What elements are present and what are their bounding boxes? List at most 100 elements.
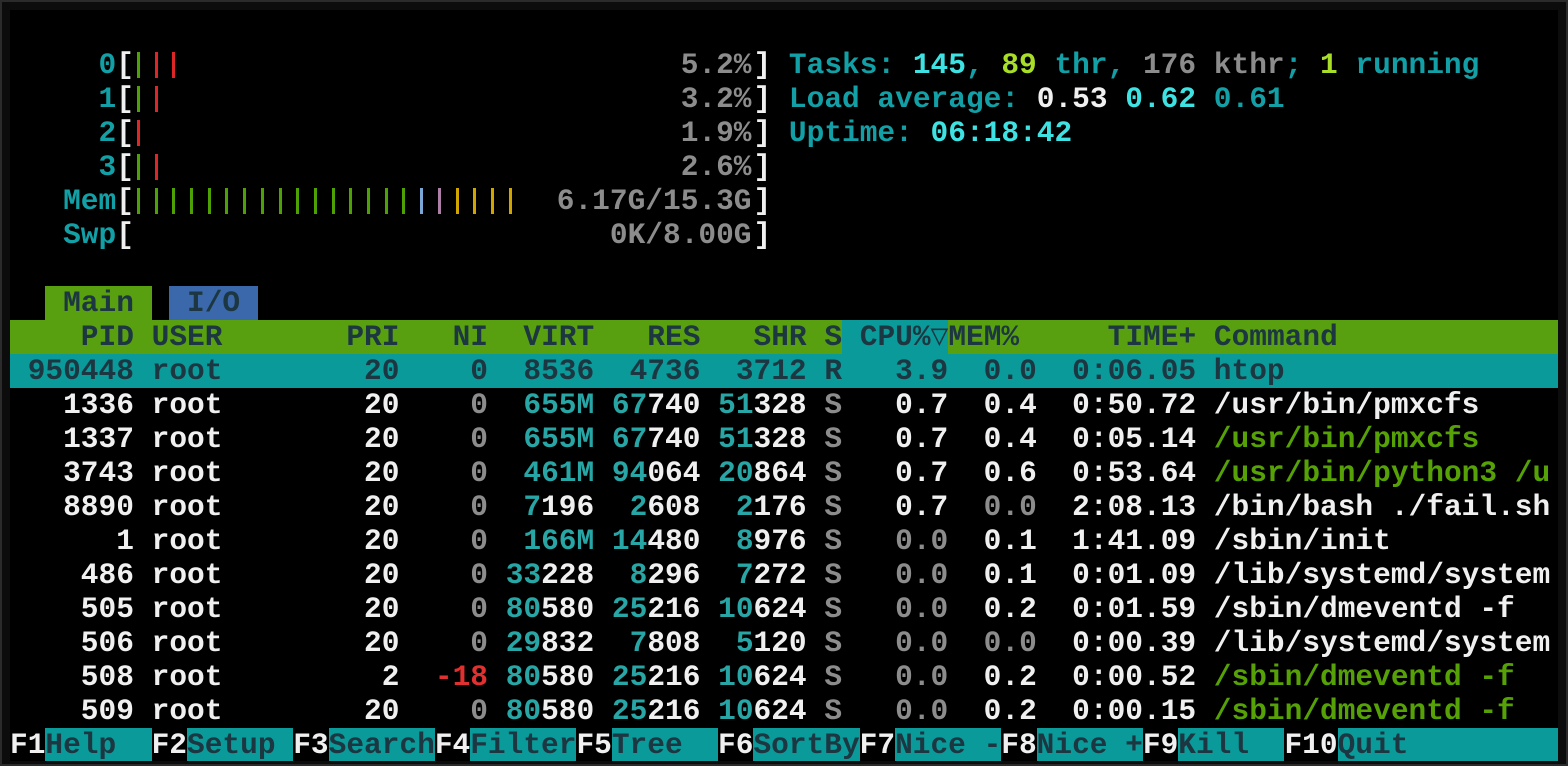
cell-mem: 0.4 — [948, 422, 1037, 456]
cell-shr: 7 — [736, 558, 754, 592]
cell-command: /usr/bin/pmxcfs — [1196, 422, 1479, 456]
cpu-3-tick-green — [137, 154, 140, 180]
cell-state: S — [807, 388, 842, 422]
cell-pri: 2 — [329, 660, 400, 694]
cpu-3-tick-red — [155, 154, 158, 180]
fnkey-f2-button[interactable]: F2Setup — [152, 728, 294, 761]
table-header-row[interactable]: PID USER PRI NI VIRT RES SHR S CPU%▽MEM%… — [10, 320, 1558, 354]
fn-action-label: Help — [45, 728, 151, 761]
cell-res-pad — [594, 388, 612, 422]
fnkey-f7-button[interactable]: F7Nice - — [860, 728, 1002, 761]
tab-main[interactable]: Main — [45, 286, 151, 320]
process-row-1[interactable]: 1 root 20 0 166M 14480 8976 S 0.0 0.1 1:… — [10, 524, 1558, 558]
cell-pri: 20 — [329, 388, 400, 422]
cell-pri: 20 — [329, 354, 400, 388]
process-row-8890[interactable]: 8890 root 20 0 7196 2608 2176 S 0.7 0.0 … — [10, 490, 1558, 524]
cell-res: 7 — [630, 626, 648, 660]
fn-key-label: F7 — [860, 728, 895, 761]
uptime: Uptime: 06:18:42 — [789, 116, 1479, 150]
cell-pid: 1336 — [10, 388, 134, 422]
col-header-pid[interactable]: PID — [10, 320, 134, 354]
fnkey-f8-button[interactable]: F8Nice + — [1001, 728, 1143, 761]
meter-open-bracket: [ — [116, 184, 134, 218]
meter-open-bracket: [ — [116, 48, 134, 82]
fnkey-f9-button[interactable]: F9Kill — [1143, 728, 1285, 761]
cell-res: 94 — [612, 456, 647, 490]
col-header-shr[interactable]: SHR — [700, 320, 806, 354]
process-row-1337[interactable]: 1337 root 20 0 655M 67740 51328 S 0.7 0.… — [10, 422, 1558, 456]
cell-cpu: 0.0 — [842, 660, 948, 694]
cell-ni: -18 — [399, 660, 488, 694]
cell-cpu: 0.7 — [842, 456, 948, 490]
fn-action-label: Nice - — [895, 728, 1001, 761]
cell-ni: 0 — [399, 694, 488, 728]
cell-virt-pad — [488, 354, 523, 388]
col-header-res[interactable]: RES — [594, 320, 700, 354]
fn-key-label: F2 — [152, 728, 187, 761]
fn-action-label: Tree — [612, 728, 718, 761]
meter-close-bracket: ] — [754, 48, 772, 82]
col-header-command[interactable]: Command — [1196, 320, 1338, 354]
cell-user: root — [152, 558, 329, 592]
cell-virt-pad — [488, 490, 523, 524]
process-row-506[interactable]: 506 root 20 0 29832 7808 5120 S 0.0 0.0 … — [10, 626, 1558, 660]
fnkey-f6-button[interactable]: F6SortBy — [718, 728, 860, 761]
cell-shr-pad — [700, 524, 735, 558]
cell-mem: 0.2 — [948, 660, 1037, 694]
meter-open-bracket: [ — [116, 82, 134, 116]
cell-res: 8 — [630, 558, 648, 592]
cpu-0-tick-red — [172, 52, 175, 78]
cell-virt: 655M — [523, 388, 594, 422]
mem-tick-green — [243, 188, 246, 214]
process-row-505[interactable]: 505 root 20 0 80580 25216 10624 S 0.0 0.… — [10, 592, 1558, 626]
cell-gap — [134, 490, 152, 524]
col-header-state[interactable]: S — [807, 320, 842, 354]
cpu-1-tick-red — [155, 86, 158, 112]
col-header-ni[interactable]: NI — [399, 320, 488, 354]
cell-virt: 228 — [541, 558, 594, 592]
mem-tick-yellow — [456, 188, 459, 214]
process-row-1336[interactable]: 1336 root 20 0 655M 67740 51328 S 0.7 0.… — [10, 388, 1558, 422]
cell-shr: 20 — [718, 456, 753, 490]
fn-key-label: F8 — [1001, 728, 1036, 761]
cell-virt-pad — [488, 422, 523, 456]
mem-tick-purple — [438, 188, 441, 214]
cell-shr: 8 — [736, 524, 754, 558]
tasks-summary-part: thr — [1037, 48, 1108, 82]
process-row-508[interactable]: 508 root 2 -18 80580 25216 10624 S 0.0 0… — [10, 660, 1558, 694]
cell-pri: 20 — [329, 456, 400, 490]
cell-res: 808 — [647, 626, 700, 660]
mem-tick-green — [367, 188, 370, 214]
cell-virt-pad — [488, 592, 506, 626]
fnkey-f1-button[interactable]: F1Help — [10, 728, 152, 761]
fnkey-f10-button[interactable]: F10Quit — [1284, 728, 1558, 761]
process-row-509[interactable]: 509 root 20 0 80580 25216 10624 S 0.0 0.… — [10, 694, 1558, 728]
col-header-mem[interactable]: MEM% — [948, 320, 1037, 354]
fnkey-f4-button[interactable]: F4Filter — [435, 728, 577, 761]
mem-tick-green — [172, 188, 175, 214]
meter-open-bracket: [ — [116, 150, 134, 184]
mem-label: Mem — [10, 184, 116, 218]
cell-pid: 950448 — [10, 354, 134, 388]
cell-virt: 655M — [523, 422, 594, 456]
cell-pri: 20 — [329, 592, 400, 626]
mem-tick-blue — [420, 188, 423, 214]
col-header-cpu-sorted[interactable]: CPU%▽ — [842, 320, 948, 354]
cell-state: S — [807, 422, 842, 456]
col-header-virt[interactable]: VIRT — [488, 320, 594, 354]
process-row-950448[interactable]: 950448 root 20 0 8536 4736 3712 R 3.9 0.… — [10, 354, 1558, 388]
tasks-summary-part: 145 — [913, 48, 966, 82]
process-row-486[interactable]: 486 root 20 0 33228 8296 7272 S 0.0 0.1 … — [10, 558, 1558, 592]
process-row-3743[interactable]: 3743 root 20 0 461M 94064 20864 S 0.7 0.… — [10, 456, 1558, 490]
col-header-time[interactable]: TIME+ — [1037, 320, 1196, 354]
col-header-user[interactable]: USER — [152, 320, 329, 354]
mem-tick-green — [349, 188, 352, 214]
cpu-1-label: 1 — [10, 82, 116, 116]
fnkey-f3-button[interactable]: F3Search — [293, 728, 435, 761]
fnkey-f5-button[interactable]: F5Tree — [576, 728, 718, 761]
cell-state: S — [807, 626, 842, 660]
col-header-pri[interactable]: PRI — [329, 320, 400, 354]
tab-io[interactable]: I/O — [169, 286, 258, 320]
mem-tick-green — [332, 188, 335, 214]
cell-virt: 166M — [523, 524, 594, 558]
